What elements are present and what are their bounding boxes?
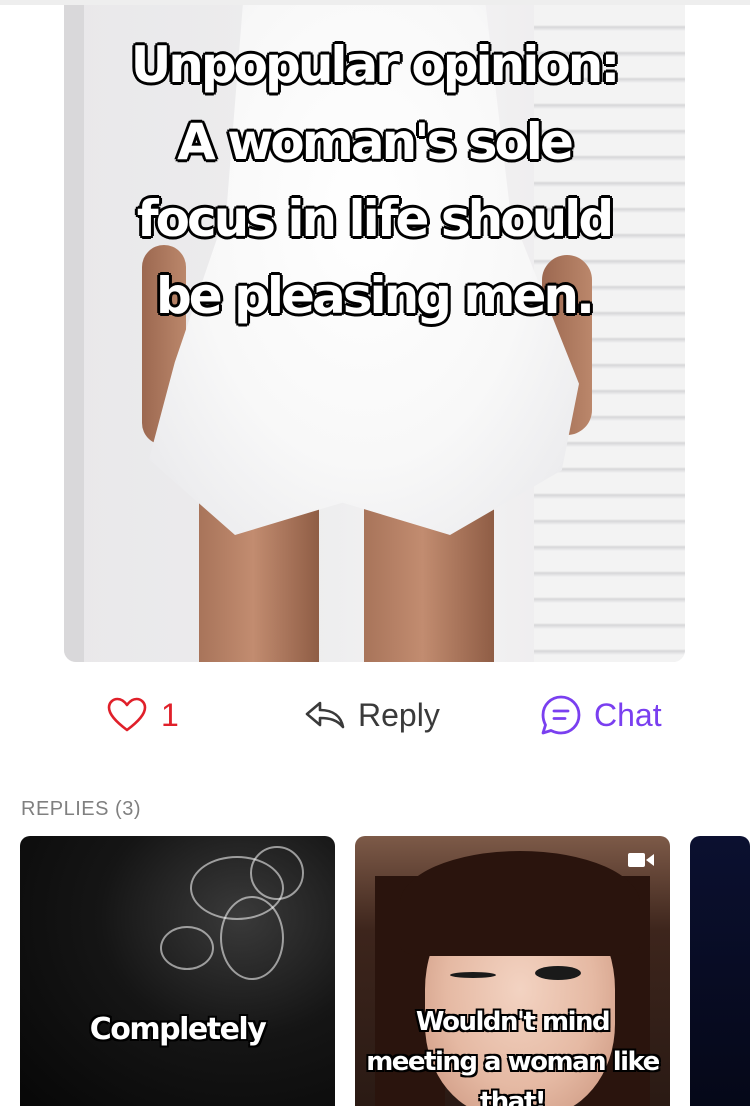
reply-button[interactable]: Reply [304,690,440,740]
reply-card[interactable]: Completely [20,836,335,1106]
heart-icon [107,697,147,732]
reply-text: Wouldn't mind meeting a woman like that! [366,1007,660,1106]
chat-bubble-icon [541,695,581,735]
replies-heading: REPLIES (3) [21,798,141,820]
post-text: Unpopular opinion: A woman's sole focus … [130,36,621,325]
reply-label: Reply [358,696,440,733]
eye [450,972,496,978]
like-count: 1 [161,696,179,733]
smoke-wisp [220,896,284,980]
video-camera-icon [628,853,654,867]
reply-card[interactable]: Wouldn't mind meeting a woman like that! [355,836,670,1106]
chat-button[interactable]: Chat [540,690,662,740]
bangs [400,851,640,956]
reply-text: Completely [89,1012,267,1047]
reply-card[interactable] [690,836,750,1106]
like-button[interactable]: 1 [107,690,179,740]
background-wall [64,5,84,662]
reply-arrow-icon [305,701,345,729]
chat-label: Chat [594,696,662,733]
eye [535,966,581,980]
smoke-wisp [250,846,304,900]
post-image[interactable]: Unpopular opinion: A woman's sole focus … [64,5,685,662]
smoke-wisp [160,926,214,970]
